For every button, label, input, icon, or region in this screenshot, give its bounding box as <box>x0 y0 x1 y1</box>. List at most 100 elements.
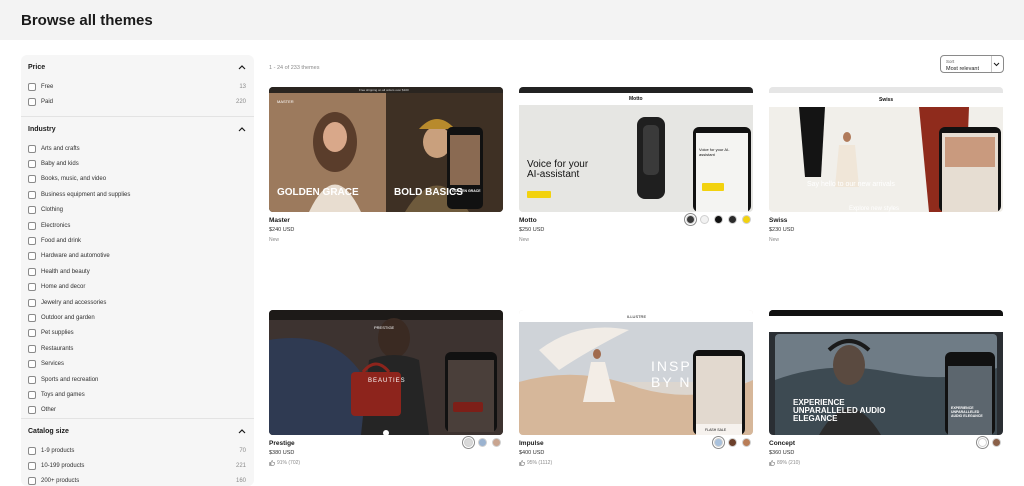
filter-item-industry[interactable]: Pet supplies <box>21 326 254 341</box>
theme-preview-concept[interactable]: EXPERIENCE UNPARALLELED AUDIO ELEGANCE E… <box>769 310 1003 435</box>
theme-name[interactable]: Motto <box>519 217 537 224</box>
swatch-3[interactable] <box>742 438 751 447</box>
swatch-3[interactable] <box>492 438 501 447</box>
checkbox[interactable] <box>28 375 36 384</box>
checkbox[interactable] <box>28 446 36 455</box>
preview-brand: ILLUSTRE <box>627 314 647 319</box>
theme-preview-impulse[interactable]: ILLUSTRE INSP BY N FLASH SALE <box>519 310 753 435</box>
checkbox[interactable] <box>28 190 36 199</box>
filter-item-industry[interactable]: Home and decor <box>21 280 254 295</box>
industry-filter-section: Industry Arts and crafts Baby and kids Boo… <box>21 117 254 419</box>
catalog-section-toggle[interactable]: Catalog size <box>21 419 254 443</box>
price-section-toggle[interactable]: Price <box>21 55 254 79</box>
theme-name[interactable]: Prestige <box>269 440 295 447</box>
filter-item-paid[interactable]: Paid 220 <box>21 94 254 109</box>
checkbox[interactable] <box>28 98 36 107</box>
checkbox[interactable] <box>28 175 36 184</box>
theme-name[interactable]: Swiss <box>769 217 787 224</box>
filter-item-1-9-products[interactable]: 1-9 products 70 <box>21 443 254 458</box>
checkbox[interactable] <box>28 206 36 215</box>
filter-item-industry[interactable]: Books, music, and video <box>21 172 254 187</box>
theme-preview-prestige[interactable]: PRESTIGE BEAUTIES <box>269 310 503 435</box>
filter-label: Food and drink <box>41 238 82 245</box>
swatch-1[interactable] <box>686 215 695 224</box>
filter-item-industry[interactable]: Arts and crafts <box>21 141 254 156</box>
top-bar: Browse all themes <box>0 0 1024 40</box>
checkbox[interactable] <box>28 160 36 169</box>
filter-item-industry[interactable]: Baby and kids <box>21 156 254 171</box>
filter-item-industry[interactable]: Business equipment and supplies <box>21 187 254 202</box>
checkbox[interactable] <box>28 406 36 415</box>
filter-label: Paid <box>41 99 54 106</box>
filter-item-industry[interactable]: Restaurants <box>21 341 254 356</box>
checkbox[interactable] <box>28 477 36 486</box>
filter-item-industry[interactable]: Clothing <box>21 203 254 218</box>
filter-item-industry[interactable]: Outdoor and garden <box>21 310 254 325</box>
checkbox[interactable] <box>28 360 36 369</box>
sort-select[interactable]: Sort Most relevant <box>940 55 1004 73</box>
filter-item-free[interactable]: Free 13 <box>21 79 254 94</box>
filter-item-industry[interactable]: Food and drink <box>21 233 254 248</box>
industry-list: Arts and crafts Baby and kids Books, music… <box>21 141 254 418</box>
swatch-1[interactable] <box>714 438 723 447</box>
chevron-down-icon[interactable] <box>992 60 1000 68</box>
preview-big-1: INSP <box>651 358 692 374</box>
chevron-up-icon[interactable] <box>237 124 247 134</box>
theme-preview-motto[interactable]: Motto Voice for your AI-assistant Voice … <box>519 87 753 212</box>
checkbox[interactable] <box>28 390 36 399</box>
filter-item-industry[interactable]: Electronics <box>21 218 254 233</box>
checkbox[interactable] <box>28 298 36 307</box>
theme-badge: New <box>269 237 279 243</box>
theme-name[interactable]: Impulse <box>519 440 544 447</box>
filter-label: Business equipment and supplies <box>41 191 131 198</box>
checkbox[interactable] <box>28 329 36 338</box>
page-title: Browse all themes <box>21 12 153 29</box>
preview-word: BEAUTIES <box>368 378 406 384</box>
checkbox[interactable] <box>28 82 36 91</box>
filter-item-industry[interactable]: Health and beauty <box>21 264 254 279</box>
filter-label: Home and decor <box>41 284 86 291</box>
swatch-2[interactable] <box>700 215 709 224</box>
filter-item-200-plus-products[interactable]: 200+ products 160 <box>21 474 254 486</box>
preview-left-headline: GOLDEN GRACE <box>277 187 359 198</box>
checkbox[interactable] <box>28 462 36 471</box>
checkbox[interactable] <box>28 144 36 153</box>
filter-item-industry[interactable]: Toys and games <box>21 387 254 402</box>
swatch-2[interactable] <box>992 438 1001 447</box>
filter-label: Restaurants <box>41 345 74 352</box>
chevron-up-icon[interactable] <box>237 426 247 436</box>
price-filter-section: Price Free 13 Paid 220 <box>21 55 254 117</box>
filter-item-industry[interactable]: Other <box>21 403 254 418</box>
filter-item-industry[interactable]: Sports and recreation <box>21 372 254 387</box>
theme-name[interactable]: Concept <box>769 440 795 447</box>
swatch-5[interactable] <box>742 215 751 224</box>
checkbox[interactable] <box>28 313 36 322</box>
filter-item-industry[interactable]: Jewelry and accessories <box>21 295 254 310</box>
filter-item-industry[interactable]: Hardware and automotive <box>21 249 254 264</box>
preview-tag: FLASH SALE <box>705 428 727 432</box>
swatch-1[interactable] <box>978 438 987 447</box>
filter-label: Clothing <box>41 207 64 214</box>
filter-label: Arts and crafts <box>41 145 80 152</box>
swatch-4[interactable] <box>728 215 737 224</box>
filter-item-industry[interactable]: Services <box>21 356 254 371</box>
swatch-1[interactable] <box>464 438 473 447</box>
theme-preview-swiss[interactable]: Swiss Say hello to our new arrivals Expl… <box>769 87 1003 212</box>
theme-badge: New <box>519 237 529 243</box>
checkbox[interactable] <box>28 252 36 261</box>
theme-preview-master[interactable]: Free shipping on all orders over $100 MA… <box>269 87 503 212</box>
filter-label: 1-9 products <box>41 447 75 454</box>
checkbox[interactable] <box>28 221 36 230</box>
industry-section-toggle[interactable]: Industry <box>21 117 254 141</box>
checkbox[interactable] <box>28 283 36 292</box>
swatch-2[interactable] <box>728 438 737 447</box>
preview-brand: MASTER <box>277 99 294 104</box>
swatch-3[interactable] <box>714 215 723 224</box>
chevron-up-icon[interactable] <box>237 62 247 72</box>
theme-name[interactable]: Master <box>269 217 290 224</box>
checkbox[interactable] <box>28 267 36 276</box>
filter-item-10-199-products[interactable]: 10-199 products 221 <box>21 458 254 473</box>
checkbox[interactable] <box>28 237 36 246</box>
swatch-2[interactable] <box>478 438 487 447</box>
checkbox[interactable] <box>28 344 36 353</box>
